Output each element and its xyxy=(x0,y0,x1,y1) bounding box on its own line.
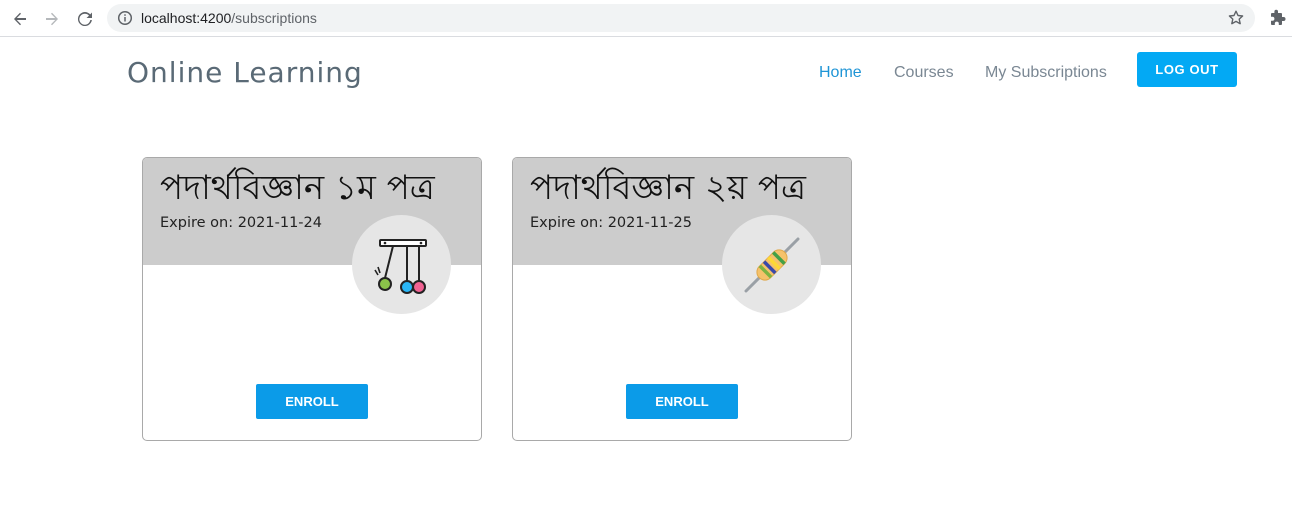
subscription-card: পদার্থবিজ্ঞান ২য় পত্র Expire on: 2021-1… xyxy=(512,157,852,441)
expire-date: Expire on: 2021-11-25 xyxy=(530,215,692,231)
forward-button[interactable] xyxy=(40,7,64,31)
url-text[interactable]: localhost:4200/subscriptions xyxy=(141,10,317,26)
reload-icon xyxy=(77,12,92,27)
url-path: /subscriptions xyxy=(231,10,317,26)
course-title: পদার্থবিজ্ঞান ১ম পত্র xyxy=(160,168,435,208)
nav-courses-link[interactable]: Courses xyxy=(894,64,954,82)
resistor-icon xyxy=(744,237,799,292)
nav-home-link[interactable]: Home xyxy=(819,64,862,82)
info-icon[interactable] xyxy=(117,10,133,26)
arrow-right-icon xyxy=(46,12,58,26)
course-title: পদার্থবিজ্ঞান ২য় পত্র xyxy=(530,168,806,208)
back-button[interactable] xyxy=(8,7,32,31)
logout-button[interactable]: LOG OUT xyxy=(1137,52,1237,87)
extensions-puzzle-icon[interactable] xyxy=(1269,9,1287,27)
course-icon-circle xyxy=(352,215,451,314)
course-icon-circle xyxy=(722,215,821,314)
arrow-left-icon xyxy=(14,12,26,26)
reload-button[interactable] xyxy=(73,7,97,31)
subscription-card: পদার্থবিজ্ঞান ১ম পত্র Expire on: 2021-11… xyxy=(142,157,482,441)
enroll-button[interactable]: ENROLL xyxy=(256,384,368,419)
browser-toolbar: localhost:4200/subscriptions xyxy=(0,0,1292,37)
address-bar[interactable]: localhost:4200/subscriptions xyxy=(107,4,1255,32)
expire-date: Expire on: 2021-11-24 xyxy=(160,215,322,231)
enroll-button[interactable]: ENROLL xyxy=(626,384,738,419)
nav-my-subscriptions-link[interactable]: My Subscriptions xyxy=(985,64,1107,82)
bookmark-star-icon[interactable] xyxy=(1227,9,1245,27)
url-host: localhost:4200 xyxy=(141,10,232,26)
newtons-cradle-icon xyxy=(373,238,427,294)
brand-logo-text[interactable]: Online Learning xyxy=(127,56,363,89)
